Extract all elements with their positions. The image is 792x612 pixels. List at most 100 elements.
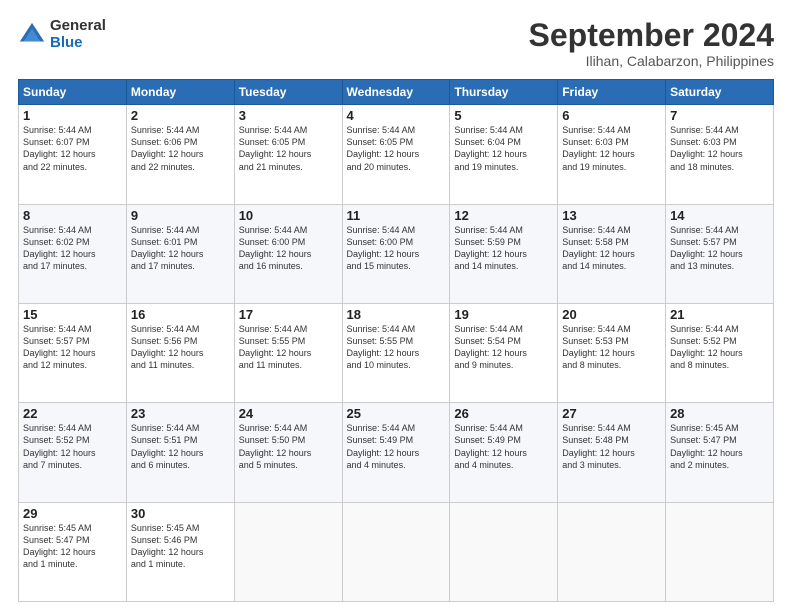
cell-4-0: 29Sunrise: 5:45 AMSunset: 5:47 PMDayligh… (19, 502, 127, 601)
cell-text-0-4: Sunrise: 5:44 AMSunset: 6:04 PMDaylight:… (454, 124, 553, 173)
day-number-4-0: 29 (23, 506, 122, 521)
cell-text-1-1: Sunrise: 5:44 AMSunset: 6:01 PMDaylight:… (131, 224, 230, 273)
logo-icon (18, 21, 46, 49)
cell-text-3-6: Sunrise: 5:45 AMSunset: 5:47 PMDaylight:… (670, 422, 769, 471)
day-number-1-6: 14 (670, 208, 769, 223)
day-number-3-0: 22 (23, 406, 122, 421)
day-number-1-4: 12 (454, 208, 553, 223)
cell-text-2-4: Sunrise: 5:44 AMSunset: 5:54 PMDaylight:… (454, 323, 553, 372)
day-number-3-2: 24 (239, 406, 338, 421)
cell-text-1-5: Sunrise: 5:44 AMSunset: 5:58 PMDaylight:… (562, 224, 661, 273)
cell-text-1-6: Sunrise: 5:44 AMSunset: 5:57 PMDaylight:… (670, 224, 769, 273)
cell-0-3: 4Sunrise: 5:44 AMSunset: 6:05 PMDaylight… (342, 105, 450, 204)
cell-4-4 (450, 502, 558, 601)
cell-text-1-4: Sunrise: 5:44 AMSunset: 5:59 PMDaylight:… (454, 224, 553, 273)
cell-2-4: 19Sunrise: 5:44 AMSunset: 5:54 PMDayligh… (450, 303, 558, 402)
cell-text-3-4: Sunrise: 5:44 AMSunset: 5:49 PMDaylight:… (454, 422, 553, 471)
cell-text-3-3: Sunrise: 5:44 AMSunset: 5:49 PMDaylight:… (347, 422, 446, 471)
day-number-2-0: 15 (23, 307, 122, 322)
cell-text-3-5: Sunrise: 5:44 AMSunset: 5:48 PMDaylight:… (562, 422, 661, 471)
cell-3-0: 22Sunrise: 5:44 AMSunset: 5:52 PMDayligh… (19, 403, 127, 502)
logo-text: General Blue (50, 18, 106, 51)
cell-text-1-2: Sunrise: 5:44 AMSunset: 6:00 PMDaylight:… (239, 224, 338, 273)
col-friday: Friday (558, 80, 666, 105)
cell-text-0-0: Sunrise: 5:44 AMSunset: 6:07 PMDaylight:… (23, 124, 122, 173)
cell-text-2-3: Sunrise: 5:44 AMSunset: 5:55 PMDaylight:… (347, 323, 446, 372)
cell-text-4-0: Sunrise: 5:45 AMSunset: 5:47 PMDaylight:… (23, 522, 122, 571)
cell-3-4: 26Sunrise: 5:44 AMSunset: 5:49 PMDayligh… (450, 403, 558, 502)
logo: General Blue (18, 18, 106, 51)
cell-3-6: 28Sunrise: 5:45 AMSunset: 5:47 PMDayligh… (666, 403, 774, 502)
day-number-4-1: 30 (131, 506, 230, 521)
cell-text-4-1: Sunrise: 5:45 AMSunset: 5:46 PMDaylight:… (131, 522, 230, 571)
day-number-0-4: 5 (454, 108, 553, 123)
cell-text-0-1: Sunrise: 5:44 AMSunset: 6:06 PMDaylight:… (131, 124, 230, 173)
cell-2-2: 17Sunrise: 5:44 AMSunset: 5:55 PMDayligh… (234, 303, 342, 402)
month-title: September 2024 (529, 18, 774, 53)
cell-4-2 (234, 502, 342, 601)
cell-3-5: 27Sunrise: 5:44 AMSunset: 5:48 PMDayligh… (558, 403, 666, 502)
day-number-3-6: 28 (670, 406, 769, 421)
cell-1-5: 13Sunrise: 5:44 AMSunset: 5:58 PMDayligh… (558, 204, 666, 303)
day-number-2-5: 20 (562, 307, 661, 322)
cell-4-1: 30Sunrise: 5:45 AMSunset: 5:46 PMDayligh… (126, 502, 234, 601)
header: General Blue September 2024 Ilihan, Cala… (18, 18, 774, 69)
day-number-1-3: 11 (347, 208, 446, 223)
cell-0-6: 7Sunrise: 5:44 AMSunset: 6:03 PMDaylight… (666, 105, 774, 204)
location: Ilihan, Calabarzon, Philippines (529, 53, 774, 69)
col-wednesday: Wednesday (342, 80, 450, 105)
cell-1-2: 10Sunrise: 5:44 AMSunset: 6:00 PMDayligh… (234, 204, 342, 303)
header-row: Sunday Monday Tuesday Wednesday Thursday… (19, 80, 774, 105)
cell-text-2-0: Sunrise: 5:44 AMSunset: 5:57 PMDaylight:… (23, 323, 122, 372)
day-number-3-1: 23 (131, 406, 230, 421)
cell-1-6: 14Sunrise: 5:44 AMSunset: 5:57 PMDayligh… (666, 204, 774, 303)
cell-4-5 (558, 502, 666, 601)
day-number-3-5: 27 (562, 406, 661, 421)
day-number-1-0: 8 (23, 208, 122, 223)
cell-0-1: 2Sunrise: 5:44 AMSunset: 6:06 PMDaylight… (126, 105, 234, 204)
day-number-0-3: 4 (347, 108, 446, 123)
cell-text-0-3: Sunrise: 5:44 AMSunset: 6:05 PMDaylight:… (347, 124, 446, 173)
day-number-1-5: 13 (562, 208, 661, 223)
cell-4-3 (342, 502, 450, 601)
cell-3-3: 25Sunrise: 5:44 AMSunset: 5:49 PMDayligh… (342, 403, 450, 502)
cell-2-5: 20Sunrise: 5:44 AMSunset: 5:53 PMDayligh… (558, 303, 666, 402)
cell-text-1-3: Sunrise: 5:44 AMSunset: 6:00 PMDaylight:… (347, 224, 446, 273)
day-number-2-2: 17 (239, 307, 338, 322)
cell-text-3-1: Sunrise: 5:44 AMSunset: 5:51 PMDaylight:… (131, 422, 230, 471)
day-number-0-1: 2 (131, 108, 230, 123)
week-row-1: 8Sunrise: 5:44 AMSunset: 6:02 PMDaylight… (19, 204, 774, 303)
cell-2-6: 21Sunrise: 5:44 AMSunset: 5:52 PMDayligh… (666, 303, 774, 402)
cell-1-0: 8Sunrise: 5:44 AMSunset: 6:02 PMDaylight… (19, 204, 127, 303)
cell-0-5: 6Sunrise: 5:44 AMSunset: 6:03 PMDaylight… (558, 105, 666, 204)
cell-0-4: 5Sunrise: 5:44 AMSunset: 6:04 PMDaylight… (450, 105, 558, 204)
col-saturday: Saturday (666, 80, 774, 105)
title-block: September 2024 Ilihan, Calabarzon, Phili… (529, 18, 774, 69)
cell-text-2-2: Sunrise: 5:44 AMSunset: 5:55 PMDaylight:… (239, 323, 338, 372)
cell-text-3-0: Sunrise: 5:44 AMSunset: 5:52 PMDaylight:… (23, 422, 122, 471)
cell-text-0-6: Sunrise: 5:44 AMSunset: 6:03 PMDaylight:… (670, 124, 769, 173)
cell-3-1: 23Sunrise: 5:44 AMSunset: 5:51 PMDayligh… (126, 403, 234, 502)
cell-text-2-1: Sunrise: 5:44 AMSunset: 5:56 PMDaylight:… (131, 323, 230, 372)
cell-3-2: 24Sunrise: 5:44 AMSunset: 5:50 PMDayligh… (234, 403, 342, 502)
logo-blue: Blue (50, 35, 106, 52)
logo-general: General (50, 18, 106, 35)
day-number-1-1: 9 (131, 208, 230, 223)
cell-2-1: 16Sunrise: 5:44 AMSunset: 5:56 PMDayligh… (126, 303, 234, 402)
cell-1-1: 9Sunrise: 5:44 AMSunset: 6:01 PMDaylight… (126, 204, 234, 303)
day-number-2-6: 21 (670, 307, 769, 322)
cell-text-0-5: Sunrise: 5:44 AMSunset: 6:03 PMDaylight:… (562, 124, 661, 173)
cell-text-2-6: Sunrise: 5:44 AMSunset: 5:52 PMDaylight:… (670, 323, 769, 372)
day-number-0-2: 3 (239, 108, 338, 123)
cell-text-3-2: Sunrise: 5:44 AMSunset: 5:50 PMDaylight:… (239, 422, 338, 471)
cell-2-3: 18Sunrise: 5:44 AMSunset: 5:55 PMDayligh… (342, 303, 450, 402)
day-number-0-5: 6 (562, 108, 661, 123)
cell-text-1-0: Sunrise: 5:44 AMSunset: 6:02 PMDaylight:… (23, 224, 122, 273)
day-number-0-6: 7 (670, 108, 769, 123)
day-number-2-4: 19 (454, 307, 553, 322)
col-monday: Monday (126, 80, 234, 105)
cell-4-6 (666, 502, 774, 601)
cell-text-2-5: Sunrise: 5:44 AMSunset: 5:53 PMDaylight:… (562, 323, 661, 372)
cell-text-0-2: Sunrise: 5:44 AMSunset: 6:05 PMDaylight:… (239, 124, 338, 173)
day-number-2-1: 16 (131, 307, 230, 322)
